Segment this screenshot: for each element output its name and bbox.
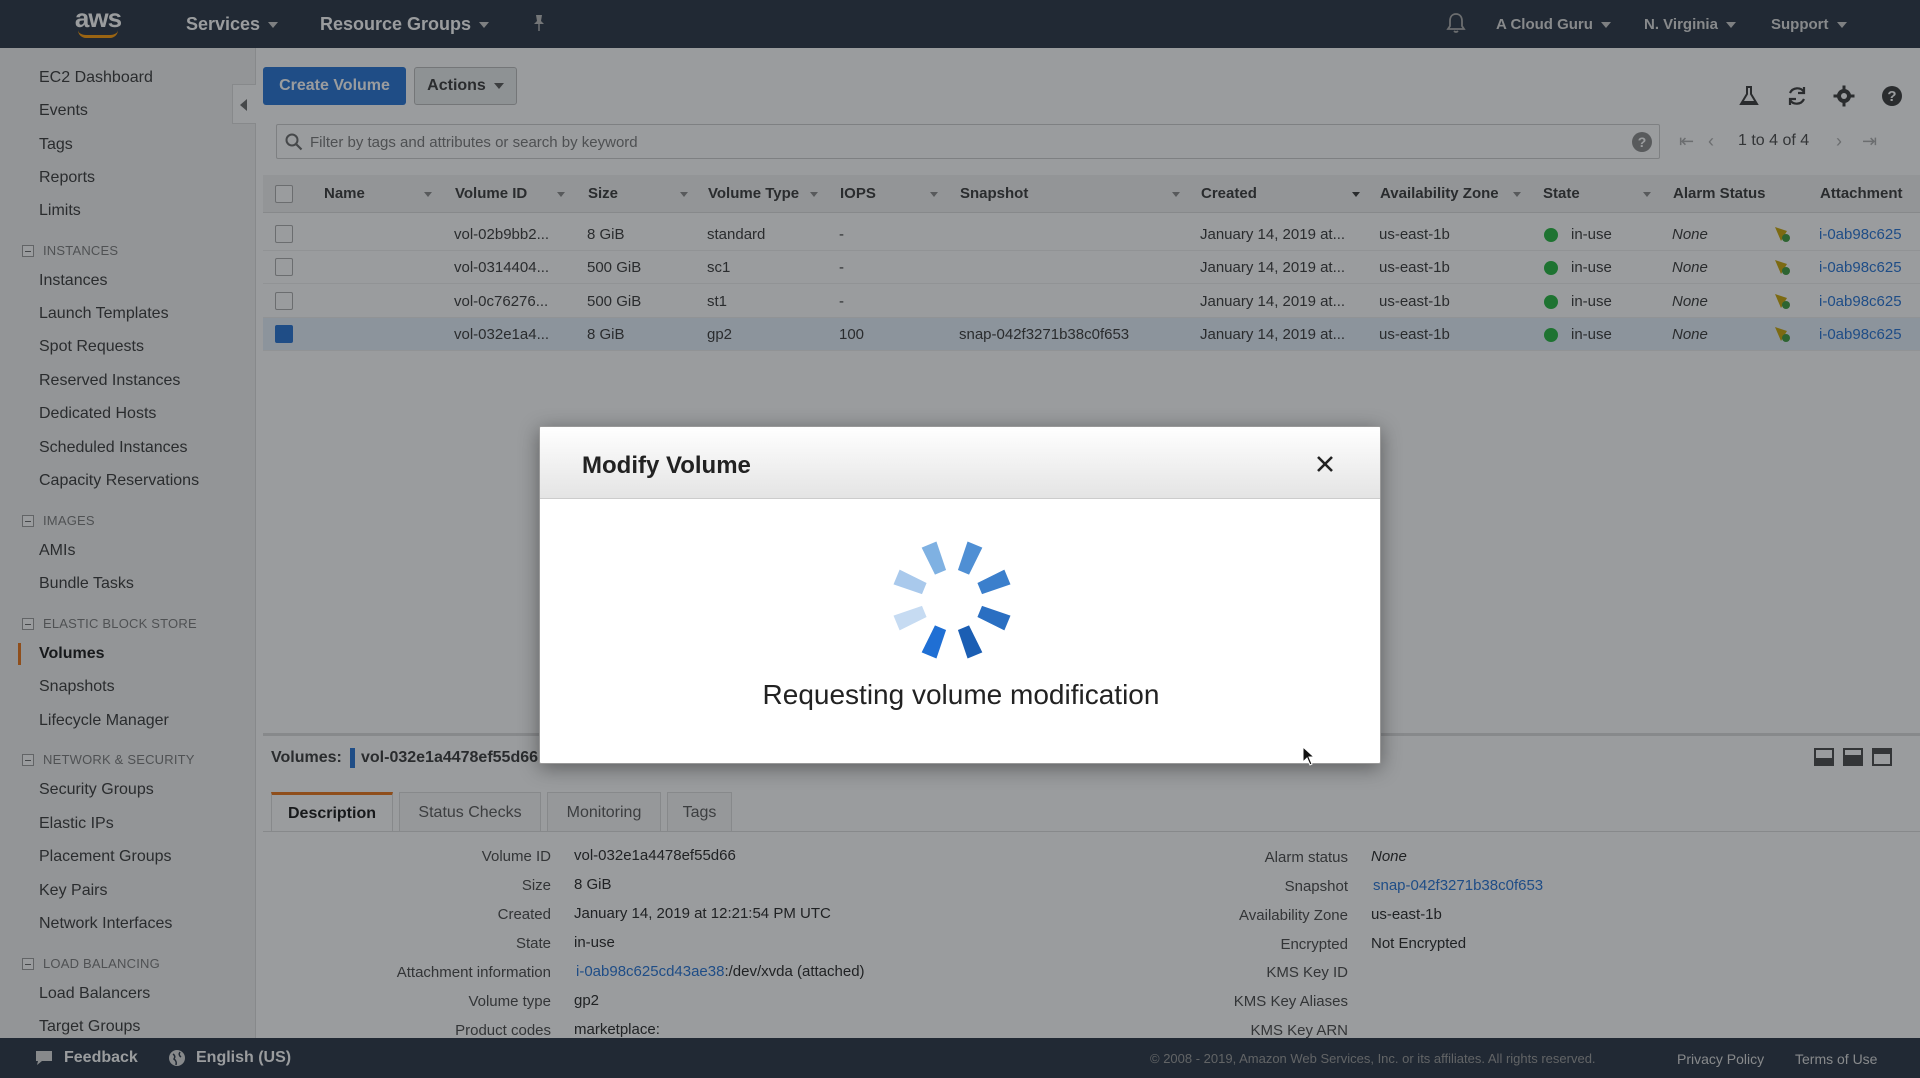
modify-volume-dialog: Modify Volume Requesting volume modifica… xyxy=(539,426,1381,764)
mouse-cursor-icon xyxy=(1302,746,1316,766)
modal-title: Modify Volume xyxy=(582,452,751,479)
modal-status-message: Requesting volume modification xyxy=(762,679,1160,710)
close-icon[interactable] xyxy=(1314,453,1336,475)
modal-header: Modify Volume xyxy=(540,427,1380,499)
loading-spinner-icon xyxy=(893,541,1011,659)
